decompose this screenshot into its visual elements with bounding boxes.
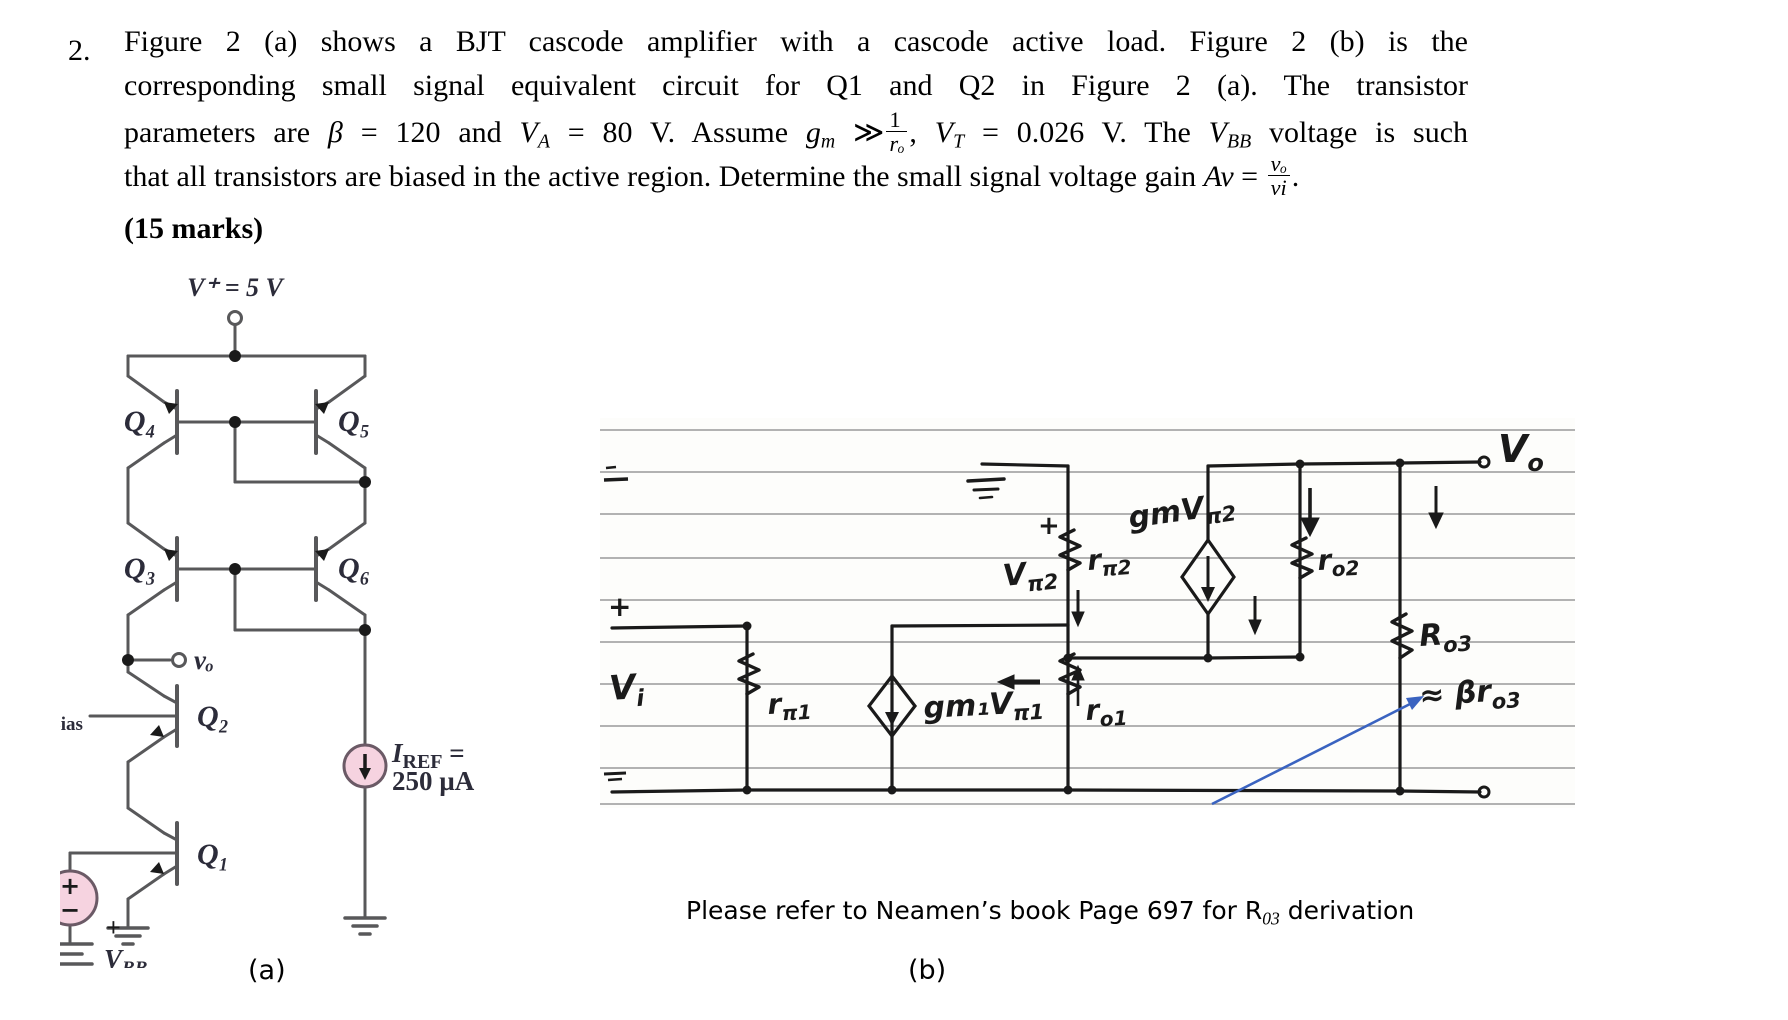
gain-fraction: vₒ vi [1267, 152, 1290, 201]
vbb-label: VBB [104, 944, 147, 968]
q6-collector-slant [327, 588, 367, 617]
q4-emitter-slant [126, 374, 166, 404]
q4-equals: = [1233, 160, 1266, 193]
note-subscript: 03 [1262, 908, 1280, 929]
output-terminal [171, 652, 187, 668]
one-over-ro-fraction: 1 rₒ [886, 108, 908, 156]
gnd-b-bar3 [978, 495, 994, 500]
q2-label: Q₂ [197, 700, 229, 733]
figure-b-caption: (b) [908, 955, 947, 986]
supply-label: V⁺ = 5 V [187, 273, 285, 302]
q5-collector-slant [327, 441, 367, 470]
node-q5-collector [359, 476, 371, 488]
transistor-arrows [150, 402, 329, 874]
node-output [122, 654, 134, 666]
q5-label: Q₅ [338, 405, 370, 438]
q3-part5: = 0.026 V. The [964, 116, 1209, 149]
q2-emitter-slant [126, 735, 166, 764]
q3-part3: = 80 V. Assume [549, 116, 806, 149]
vpi2-plus-label: + [1038, 511, 1060, 541]
question-line-1: Figure 2 (a) shows a BJT cascode amplifi… [124, 25, 1468, 58]
q4-period: . [1291, 160, 1300, 193]
q4-collector-slant [126, 441, 166, 470]
q5-emitter-slant [327, 374, 367, 404]
figure-a-labels: V⁺ = 5 V Q₄ Q₅ Q₃ Q₆ Q₂ Q₁ VBias vₒ vi +… [60, 273, 475, 968]
q3-collector-slant [126, 588, 166, 617]
vi-top-wire [610, 624, 749, 630]
vbias-label: VBias [60, 700, 83, 735]
q3-part2: = 120 and [342, 116, 520, 149]
q6-label: Q₆ [338, 552, 370, 585]
beta-symbol: β [327, 116, 343, 149]
gm2-to-ro2-bottom [1206, 655, 1302, 660]
question-line-3: parameters are β = 120 and VA = 80 V. As… [124, 108, 1469, 156]
iref-value: 250 µA [392, 766, 475, 796]
page-canvas: 2. Figure 2 (a) shows a BJT cascode ampl… [0, 0, 1788, 1020]
node-supply [229, 350, 241, 362]
va-subscript: A [537, 130, 550, 153]
gain-denominator: vi [1270, 175, 1287, 201]
q4-label: Q₄ [124, 405, 156, 438]
gnd-b-bar2 [972, 487, 1000, 492]
q3-part4: , [909, 116, 935, 149]
figure-a-caption: (a) [248, 955, 286, 986]
q1-label: Q₁ [197, 838, 229, 871]
question-line-2: corresponding small signal equivalent ci… [124, 69, 1468, 102]
gain-numerator: vₒ [1267, 152, 1290, 177]
gm1-top-wire [890, 623, 1070, 628]
supply-terminal-node [227, 310, 243, 326]
vt-subscript: T [953, 130, 965, 153]
vi-plus-label: + [608, 590, 631, 623]
question-body: Figure 2 (a) shows a BJT cascode amplifi… [124, 20, 1469, 200]
va-symbol: V [519, 116, 538, 149]
figure-b-note: Please refer to Neamen’s book Page 697 f… [686, 896, 1414, 929]
vbb-plus-label: + [106, 913, 121, 942]
q6-emitter-slant [327, 521, 367, 551]
q3-emitter-slant [126, 521, 166, 551]
q4-part1: that all transistors are biased in the a… [124, 160, 1204, 193]
vi-minus-sign: − [60, 896, 80, 924]
gm-subscript: m [820, 130, 836, 153]
much-greater-symbol: ≫ [853, 116, 885, 149]
base-ground-wire [980, 462, 1070, 468]
gm-symbol: g [805, 116, 821, 149]
question-number: 2. [68, 34, 91, 67]
q3-part6: voltage is such [1251, 116, 1469, 149]
q2-collector-slant [126, 670, 166, 698]
node-q45-base [229, 416, 241, 428]
q1-emitter-slant [126, 872, 166, 901]
note-tail: derivation [1279, 896, 1415, 925]
q3-label: Q₃ [124, 552, 156, 585]
note-text: Please refer to Neamen’s book Page 697 f… [686, 896, 1263, 925]
figure-b-handwritten: + Vi rπ1 gm₁Vπ1 ro1 Vπ2 + rπ2 gmVπ2 ro2 … [600, 418, 1575, 808]
q1-emitter-arrow [150, 862, 164, 874]
figure-a-circuit: + − V⁺ = 5 V Q₄ Q₅ Q₃ Q₆ Q₂ Q₁ VBias vₒ … [60, 268, 520, 968]
vbb-subscript: BB [1226, 130, 1252, 153]
vbb-symbol: V [1208, 116, 1227, 149]
marks-label: (15 marks) [124, 212, 264, 245]
av-symbol: Av [1203, 160, 1234, 193]
vo-label: vₒ [194, 645, 214, 675]
gnd-b-bar1 [966, 477, 1006, 483]
q3-part1: parameters are [124, 116, 328, 149]
node-q6-collector [359, 624, 371, 636]
q1-collector-slant [126, 806, 166, 835]
vt-symbol: V [934, 116, 954, 149]
question-line-4: that all transistors are biased in the a… [124, 152, 1468, 200]
node-q36-base [229, 563, 241, 575]
q2-emitter-arrow [150, 725, 164, 737]
fraction-numerator: 1 [886, 108, 908, 133]
